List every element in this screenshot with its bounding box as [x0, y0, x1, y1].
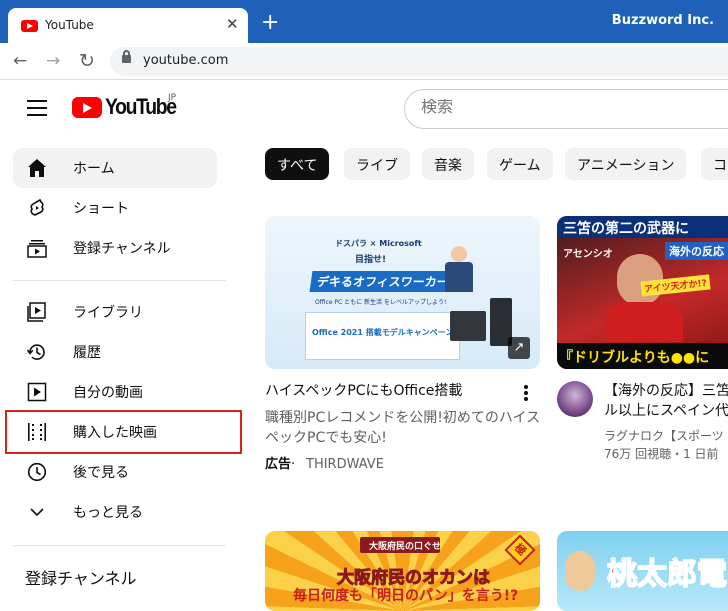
shorts-icon	[30, 198, 44, 216]
sidebar-item-your-videos[interactable]: 自分の動画	[13, 372, 217, 412]
sidebar-section-title: 登録チャンネル	[25, 569, 137, 588]
video-title[interactable]: ハイスペックPCにもOffice搭載	[265, 381, 462, 401]
video-title-line2[interactable]: ル以上にスペイン代	[604, 401, 728, 421]
sidebar-item-home[interactable]: ホーム	[13, 148, 217, 188]
watch-later-icon	[27, 462, 47, 482]
sidebar-item-watch-later[interactable]: 後で見る	[13, 452, 217, 492]
lock-icon	[122, 50, 131, 63]
menu-icon[interactable]	[27, 100, 47, 116]
sidebar-item-subscriptions[interactable]: 登録チャンネル	[13, 228, 217, 268]
region-code: JP	[168, 93, 177, 103]
person-body	[445, 262, 473, 292]
youtube-favicon-icon	[21, 20, 38, 32]
character-illustration	[565, 551, 595, 591]
video-title[interactable]: 【海外の反応】三笘	[604, 381, 728, 401]
sidebar-item-label: ショート	[73, 201, 129, 217]
youtube-logo-icon[interactable]	[72, 97, 102, 118]
new-tab-button[interactable]: +	[261, 12, 279, 34]
sidebar-item-history[interactable]: 履歴	[13, 332, 217, 372]
thumb-headline: 目指せ!	[355, 255, 387, 265]
search-box[interactable]	[404, 89, 728, 129]
youtube-page: YouTube JP ホーム ショート 登録チャンネル ライ	[0, 81, 728, 611]
reload-button[interactable]: ↻	[79, 51, 95, 71]
laptop-illustration	[450, 311, 486, 341]
chip-animation[interactable]: アニメーション	[565, 148, 687, 180]
video-thumbnail[interactable]: 大阪府民の口ぐせ 極 大阪府民のオカンは 毎日何度も「明日のパン」を言う!?	[265, 531, 540, 611]
more-options-icon[interactable]	[524, 385, 528, 403]
thumb-tag: 海外の反応	[665, 242, 728, 260]
chip-games[interactable]: ゲーム	[487, 148, 553, 180]
sidebar-item-label: ホーム	[73, 161, 115, 177]
browser-tab[interactable]: YouTube ✕	[8, 8, 248, 43]
video-channel[interactable]: ラグナロク【スポーツ	[604, 427, 724, 445]
channel-avatar[interactable]	[557, 381, 593, 417]
thumb-top-text: 大阪府民の口ぐせ	[369, 542, 442, 552]
thumb-top-text: 三笘の第二の武器に	[563, 221, 689, 237]
video-thumbnail[interactable]: 桃太郎電	[557, 531, 728, 611]
video-description: 職種別PCレコメンドを公開!初めてのハイスペックPCでも安心!	[265, 410, 541, 446]
sidebar-divider	[12, 280, 226, 281]
video-thumbnail[interactable]: ドスパラ × Microsoft 目指せ! デキるオフィスワーカー Office…	[265, 216, 540, 369]
chip-music[interactable]: 音楽	[422, 148, 474, 180]
tab-close-icon[interactable]: ✕	[226, 15, 239, 33]
browser-titlebar: YouTube ✕ + Buzzword Inc.	[0, 0, 728, 43]
subscriptions-icon	[27, 240, 47, 258]
chip-more[interactable]: コ	[701, 148, 728, 180]
sidebar-item-label: もっと見る	[73, 505, 143, 521]
address-bar[interactable]: youtube.com	[110, 47, 728, 76]
thumb-title: デキるオフィスワーカー	[309, 271, 457, 292]
sidebar-divider	[12, 545, 226, 546]
home-icon	[28, 159, 46, 177]
campaign-banner: Office 2021 搭載モデルキャンペーン	[305, 312, 460, 360]
url-text[interactable]: youtube.com	[143, 53, 228, 68]
thumb-name: アセンシオ	[563, 249, 613, 260]
history-icon	[27, 344, 45, 360]
thumb-sub: Office PC ともに 新生活 をレベルアップしよう!	[315, 299, 447, 306]
browser-toolbar: ← → ↻ youtube.com	[0, 43, 728, 80]
sidebar-item-library[interactable]: ライブラリ	[13, 292, 217, 332]
chip-all[interactable]: すべて	[265, 148, 330, 180]
sidebar-item-show-more[interactable]: もっと見る	[13, 492, 217, 532]
sidebar-item-label: 後で見る	[73, 465, 129, 481]
player-shirt	[605, 302, 683, 342]
sidebar-item-label: 自分の動画	[73, 385, 143, 401]
highlight-annotation	[5, 410, 242, 454]
back-button[interactable]: ←	[13, 51, 27, 71]
video-meta: 76万 回視聴・1 日前	[604, 447, 719, 461]
thumb-brand: ドスパラ × Microsoft	[335, 239, 422, 248]
tab-title: YouTube	[45, 18, 94, 32]
your-videos-icon	[27, 382, 47, 402]
sidebar-item-label: 登録チャンネル	[73, 241, 171, 257]
person-illustration	[451, 246, 467, 262]
thumb-title: 桃太郎電	[606, 556, 728, 593]
chip-live[interactable]: ライブ	[344, 148, 410, 180]
dot-separator: ·	[291, 457, 296, 472]
forward-button[interactable]: →	[46, 51, 60, 71]
ad-channel[interactable]: THIRDWAVE	[306, 456, 384, 474]
sidebar-item-label: ライブラリ	[73, 305, 143, 321]
thumb-bottom-text: 『ドリブルよりも●●に	[559, 350, 710, 366]
library-icon	[27, 302, 46, 322]
video-thumbnail[interactable]: 三笘の第二の武器に アセンシオ 海外の反応 アイツ天才か!? 『ドリブルよりも●…	[557, 216, 728, 369]
ad-label: 広告	[265, 457, 292, 472]
sidebar-item-shorts[interactable]: ショート	[13, 188, 217, 228]
chevron-down-icon	[30, 508, 44, 517]
thumb-stamp: 極	[504, 534, 536, 566]
sidebar-item-label: 履歴	[73, 345, 101, 361]
profile-label[interactable]: Buzzword Inc.	[612, 13, 714, 28]
external-link-icon[interactable]: ↗	[508, 337, 530, 359]
search-input[interactable]	[421, 99, 721, 117]
youtube-wordmark[interactable]: YouTube	[105, 94, 177, 120]
thumb-sub: 毎日何度も「明日のパン」を言う!?	[293, 588, 519, 604]
campaign-text: Office 2021 搭載モデルキャンペーン	[312, 328, 454, 337]
